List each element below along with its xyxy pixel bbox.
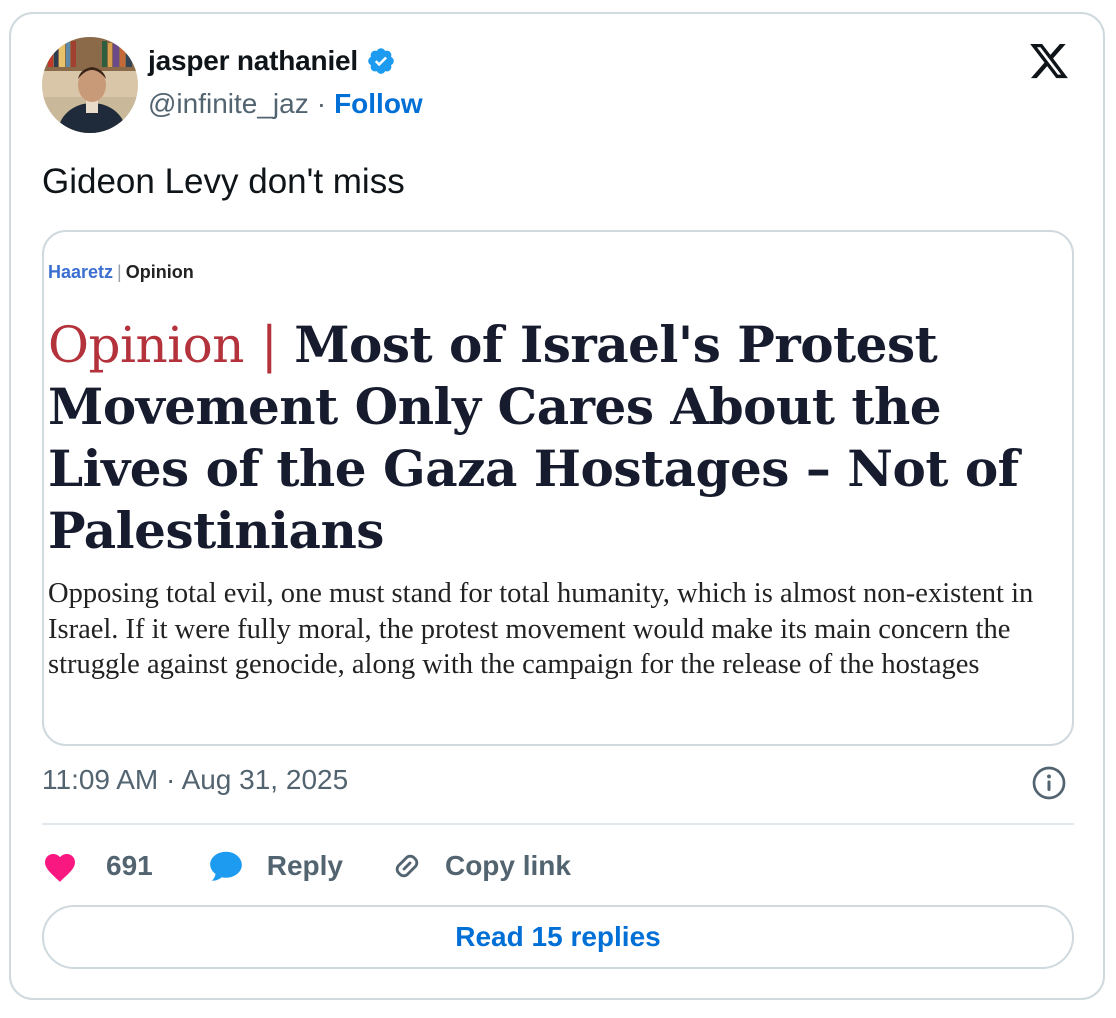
reply-label: Reply [266, 850, 343, 881]
divider [42, 823, 1074, 825]
like-count: 691 [106, 850, 153, 881]
author-name-row: jasper nathaniel [148, 45, 396, 77]
action-bar: 691 Reply Copy link [42, 846, 571, 886]
headline-separator: | [260, 316, 278, 374]
article-dek: Opposing total evil, one must stand for … [48, 578, 1034, 680]
follow-button[interactable]: Follow [334, 88, 423, 120]
tweet-timestamp[interactable]: 11:09 AM · Aug 31, 2025 [42, 764, 348, 796]
source-separator: | [117, 262, 122, 282]
heart-icon [45, 854, 75, 882]
headline-kicker: Opinion [48, 316, 245, 374]
tweet-text: Gideon Levy don't miss [42, 162, 405, 201]
read-replies-button[interactable]: Read 15 replies [42, 905, 1074, 969]
info-icon[interactable] [1031, 765, 1067, 801]
x-logo-icon[interactable] [1028, 40, 1070, 82]
article-source: Haaretz | Opinion [48, 262, 194, 283]
author-display-name[interactable]: jasper nathaniel [148, 45, 358, 77]
speech-bubble-icon [209, 851, 242, 881]
link-icon [395, 854, 419, 878]
author-handle[interactable]: @infinite_jaz [148, 88, 309, 120]
source-brand: Haaretz [48, 262, 114, 282]
article-headline: Opinion | Most of Israel's Protest Movem… [48, 314, 1058, 562]
reply-button[interactable]: Reply [207, 847, 343, 885]
verified-badge-icon [368, 48, 394, 74]
source-section: Opinion [125, 262, 194, 282]
copy-link-label: Copy link [444, 850, 571, 881]
handle-separator: · [316, 88, 327, 119]
read-replies-label: Read 15 replies [455, 921, 661, 952]
avatar[interactable] [42, 37, 138, 133]
like-button[interactable]: 691 [42, 849, 153, 883]
embedded-article-image[interactable]: Haaretz | Opinion Opinion | Most of Israel… [42, 230, 1074, 746]
copy-link-button[interactable]: Copy link [389, 848, 571, 884]
author-handle-row: @infinite_jaz · Follow [148, 88, 423, 120]
